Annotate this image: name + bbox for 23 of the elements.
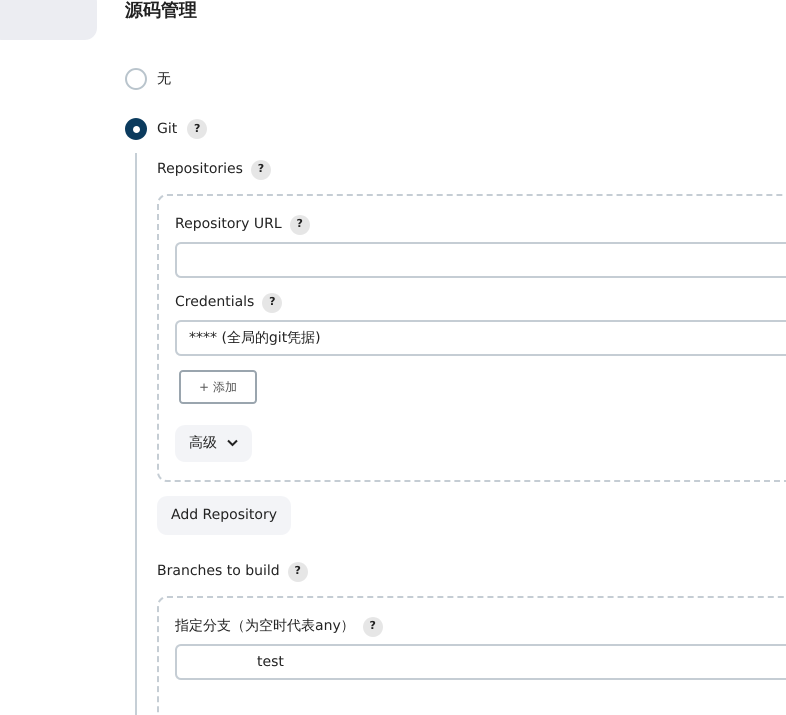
add-repository-button[interactable]: Add Repository — [157, 496, 291, 535]
add-button[interactable]: + 添加 — [179, 370, 257, 404]
input-field[interactable]: **** (全局的git凭据) — [175, 320, 786, 356]
field-label: Repositories — [157, 160, 243, 179]
input-field[interactable]: test — [175, 644, 786, 680]
help-button[interactable]: ? — [290, 214, 310, 234]
option-label: Git — [157, 120, 178, 138]
section-title: 源码管理 — [125, 0, 198, 22]
radio-button[interactable] — [125, 68, 147, 90]
help-button[interactable]: ? — [288, 562, 308, 582]
advanced-button[interactable]: 高级 — [175, 425, 252, 462]
help-button[interactable]: ? — [262, 292, 282, 312]
option-label: 无 — [157, 70, 171, 88]
help-button[interactable]: ? — [362, 616, 383, 636]
input-field[interactable] — [175, 242, 786, 278]
field-label: Repository URL — [175, 215, 282, 234]
field-label: Branches to build — [157, 562, 280, 581]
field-label: 指定分支（为空时代表any） — [175, 617, 355, 636]
help-button[interactable]: ? — [250, 160, 271, 180]
radio-button[interactable] — [125, 118, 147, 140]
chevron-down-icon — [227, 439, 238, 448]
help-button[interactable]: ? — [187, 119, 208, 139]
field-label: Credentials — [175, 293, 254, 312]
